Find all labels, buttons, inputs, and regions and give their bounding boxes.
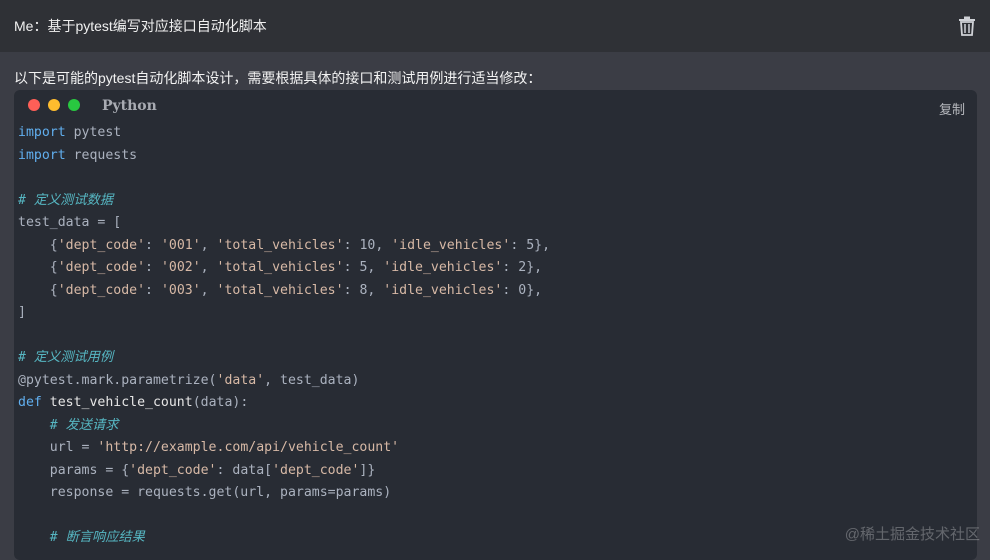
code-comment: # 发送请求 [18, 417, 119, 433]
code-line: {'dept_code': '003', 'total_vehicles': 8… [18, 282, 543, 298]
code-line: {'dept_code': '002', 'total_vehicles': 5… [18, 260, 543, 275]
question-text: Me：基于pytest编写对应接口自动化脚本 [14, 18, 267, 34]
code-line: ] [18, 305, 26, 320]
code-header: Python 复制 [14, 90, 977, 122]
copy-button[interactable]: 复制 [939, 99, 965, 118]
code-line: @pytest.mark.parametrize('data', test_da… [18, 372, 360, 388]
question-bar: Me：基于pytest编写对应接口自动化脚本 [0, 0, 990, 52]
watermark: @稀土掘金技术社区 [844, 526, 980, 543]
code-line: def test_vehicle_count(data): [18, 395, 249, 410]
code-block: Python 复制 import pytest import requests … [14, 90, 977, 560]
code-content: import pytest import requests # 定义测试数据 t… [14, 122, 977, 550]
code-line: test_data = [ [18, 215, 122, 230]
code-line: url = 'http://example.com/api/vehicle_co… [18, 440, 400, 455]
window-maximize-dot [68, 99, 80, 111]
code-line: response = requests.get(url, params=para… [18, 485, 392, 500]
code-comment: # 断言响应结果 [18, 530, 145, 545]
window-minimize-dot [48, 99, 60, 111]
code-comment: # 定义测试数据 [18, 192, 114, 208]
code-language: Python [102, 98, 157, 114]
trash-icon[interactable] [958, 16, 976, 36]
code-line: import pytest [18, 125, 122, 140]
window-close-dot [28, 99, 40, 111]
code-line: import requests [18, 147, 138, 163]
code-line: params = {'dept_code': data['dept_code']… [18, 462, 376, 478]
answer-intro: 以下是可能的pytest自动化脚本设计，需要根据具体的接口和测试用例进行适当修改… [14, 70, 542, 86]
code-line: {'dept_code': '001', 'total_vehicles': 1… [18, 237, 551, 253]
code-comment: # 定义测试用例 [18, 350, 114, 365]
